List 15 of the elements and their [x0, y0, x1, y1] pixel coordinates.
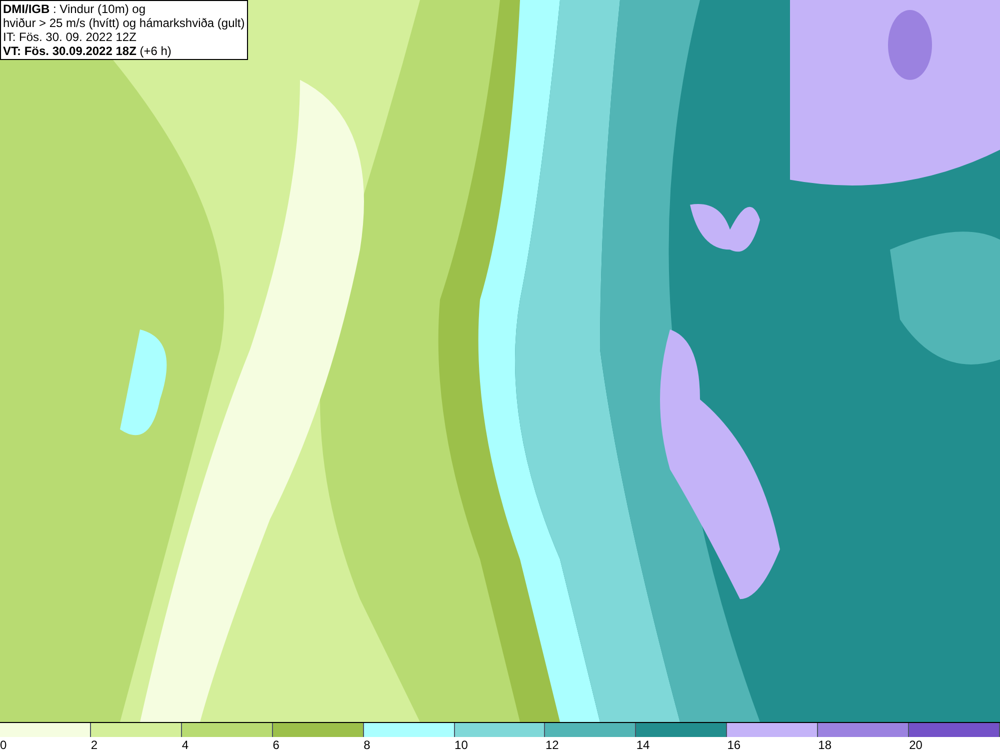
title-line: hviður > 25 m/s (hvítt) og hámarkshviða (gult)	[3, 16, 245, 30]
title-line: VT: Fös. 30.09.2022 18Z (+6 h)	[3, 44, 172, 58]
title-line: DMI/IGB : Vindur (10m) og	[3, 2, 146, 16]
legend-label: 10	[454, 738, 468, 752]
legend-label: 16	[727, 738, 741, 752]
legend-label: 14	[636, 738, 650, 752]
legend-label: 4	[182, 738, 188, 752]
legend-label: 12	[545, 738, 559, 752]
title-line: IT: Fös. 30. 09. 2022 12Z	[3, 30, 138, 44]
legend-label: 0	[0, 738, 7, 752]
legend-label: 18	[818, 738, 832, 752]
legend-label: 2	[90, 738, 98, 752]
legend-label: 20	[909, 738, 922, 752]
legend-label: 8	[364, 738, 370, 752]
legend-label: 6	[272, 738, 280, 752]
